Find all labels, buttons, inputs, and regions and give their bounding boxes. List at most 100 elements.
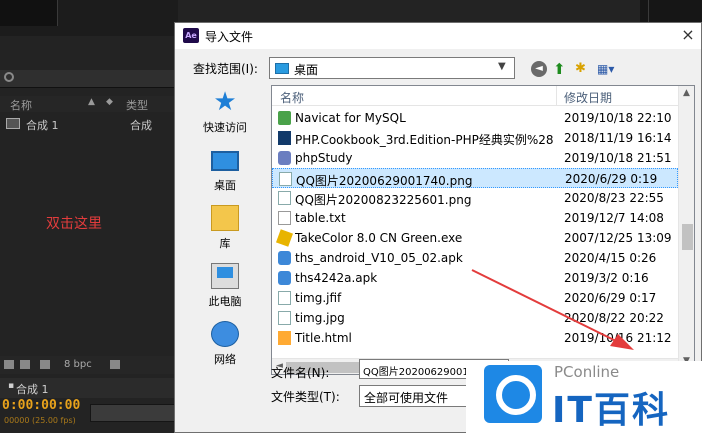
file-row[interactable]: ths_android_V10_05_02.apk 2020/4/15 0:26 [272,248,678,268]
file-php-icon [278,151,291,165]
ae-viewer-top [0,0,178,36]
file-row[interactable]: phpStudy 2019/10/18 21:51 [272,148,678,168]
file-name: Navicat for MySQL [295,111,406,125]
file-list-header: 名称 修改日期 [272,86,678,106]
file-img-icon [278,191,291,205]
column-name[interactable]: 名称 [280,89,304,106]
file-name: QQ图片20200629001740.png [296,174,473,188]
file-book-icon [278,131,291,145]
composition-icon [6,118,20,129]
file-date: 2019/10/16 21:12 [564,331,672,345]
file-name: Title.html [295,331,352,345]
file-row[interactable]: timg.jpg 2020/8/22 20:22 [272,308,678,328]
project-search-input[interactable] [0,70,178,88]
file-row[interactable]: Navicat for MySQL 2019/10/18 22:10 [272,108,678,128]
file-name: timg.jpg [295,311,345,325]
file-date: 2007/12/25 13:09 [564,231,672,245]
file-list[interactable]: 名称 修改日期 Navicat for MySQL 2019/10/18 22:1… [271,85,695,375]
lookin-select[interactable]: 桌面 ▼ [269,57,515,79]
desktop-folder-icon [275,63,289,74]
file-date: 2019/3/2 0:16 [564,271,649,285]
file-date: 2019/10/18 21:51 [564,151,672,165]
view-menu-button[interactable]: ▦▾ [597,61,621,77]
close-button[interactable]: × [679,26,697,44]
file-apk-icon [278,271,291,285]
bit-depth[interactable]: 8 bpc [64,359,92,370]
desktop-icon [211,151,239,171]
filename-value: QQ图片20200629001 [363,367,469,378]
back-button[interactable]: ◄ [531,61,547,77]
scroll-up-icon[interactable]: ▲ [683,88,690,98]
place-desktop[interactable]: 桌面 [183,143,267,201]
tag-icon: ◆ [106,97,113,107]
filetype-value: 全部可使用文件 [364,391,449,405]
new-folder-button[interactable]: ✱ [575,61,591,77]
file-name: PHP.Cookbook_3rd.Edition-PHP经典实例%28... [295,133,553,147]
file-html-icon [278,331,291,345]
file-row[interactable]: QQ图片20200629001740.png 2020/6/29 0:19 [272,168,678,188]
vertical-scrollbar[interactable]: ▲ ▼ [678,86,694,374]
place-label: 库 [219,237,231,250]
place-this-pc[interactable]: 此电脑 [183,259,267,317]
file-name: ths4242a.apk [295,271,378,285]
ae-right-panel [640,0,702,22]
file-img-icon [279,172,292,186]
star-icon: ★ [213,87,237,117]
file-date: 2020/6/29 0:17 [564,291,657,305]
new-folder-icon[interactable] [20,360,30,369]
file-date: 2018/11/19 16:14 [564,131,672,145]
file-row[interactable]: QQ图片20200823225601.png 2020/8/23 22:55 [272,188,678,208]
interpret-footage-icon[interactable] [4,360,14,369]
library-icon [211,205,239,231]
up-folder-button[interactable]: ⬆ [553,61,569,77]
file-date: 2020/6/29 0:19 [565,172,658,186]
file-date: 2020/8/22 20:22 [564,311,664,325]
watermark: PConline IT百科 [466,361,702,433]
search-icon [4,72,14,82]
file-name: phpStudy [295,151,353,165]
column-date[interactable]: 修改日期 [564,89,612,106]
file-row[interactable]: ths4242a.apk 2019/3/2 0:16 [272,268,678,288]
file-name: TakeColor 8.0 CN Green.exe [295,231,463,245]
computer-icon [211,263,239,289]
project-col-type[interactable]: 类型 [126,97,148,113]
pconline-logo [484,365,542,423]
timeline-search-input[interactable] [90,404,178,422]
file-date: 2020/8/23 22:55 [564,191,664,205]
place-library[interactable]: 库 [183,201,267,259]
file-img-icon [278,311,291,325]
timecode[interactable]: 0:00:00:00 [2,398,80,413]
file-row[interactable]: TakeColor 8.0 CN Green.exe 2007/12/25 13:… [272,228,678,248]
chevron-down-icon: ▼ [498,61,506,72]
filename-label: 文件名(N): [271,366,330,380]
timeline-tab[interactable]: ▪ 合成 1 [0,378,178,398]
file-row[interactable]: PHP.Cookbook_3rd.Edition-PHP经典实例%28... 20… [272,128,678,148]
file-name: ths_android_V10_05_02.apk [295,251,463,265]
file-row[interactable]: timg.jfif 2020/6/29 0:17 [272,288,678,308]
timeline-tab-label: 合成 1 [16,383,49,396]
file-name: QQ图片20200823225601.png [295,193,472,207]
file-name: table.txt [295,211,346,225]
project-item[interactable]: 合成 1 合成 [0,116,178,132]
column-divider[interactable] [556,86,557,106]
place-label: 此电脑 [208,295,242,308]
close-icon[interactable]: ▪ [8,381,14,391]
place-network[interactable]: 网络 [183,317,267,375]
file-tc-icon [275,229,294,247]
file-row[interactable]: Title.html 2019/10/16 21:12 [272,328,678,348]
dialog-title: 导入文件 [205,30,254,44]
file-apk-icon [278,251,291,265]
place-quick-access[interactable]: ★ 快速访问 [183,85,267,143]
ae-viewer-tab [0,0,58,26]
project-item-name: 合成 1 [26,119,59,132]
trash-icon[interactable] [110,360,120,369]
place-label: 桌面 [214,179,236,192]
project-panel-header: 名称 ▲ ◆ 类型 [0,96,178,112]
watermark-brand: PConline [554,363,620,381]
file-row[interactable]: table.txt 2019/12/7 14:08 [272,208,678,228]
file-date: 2020/4/15 0:26 [564,251,657,265]
scroll-thumb[interactable] [682,224,693,250]
project-col-name[interactable]: 名称 [10,97,32,113]
new-composition-icon[interactable] [40,360,50,369]
file-img-icon [278,291,291,305]
